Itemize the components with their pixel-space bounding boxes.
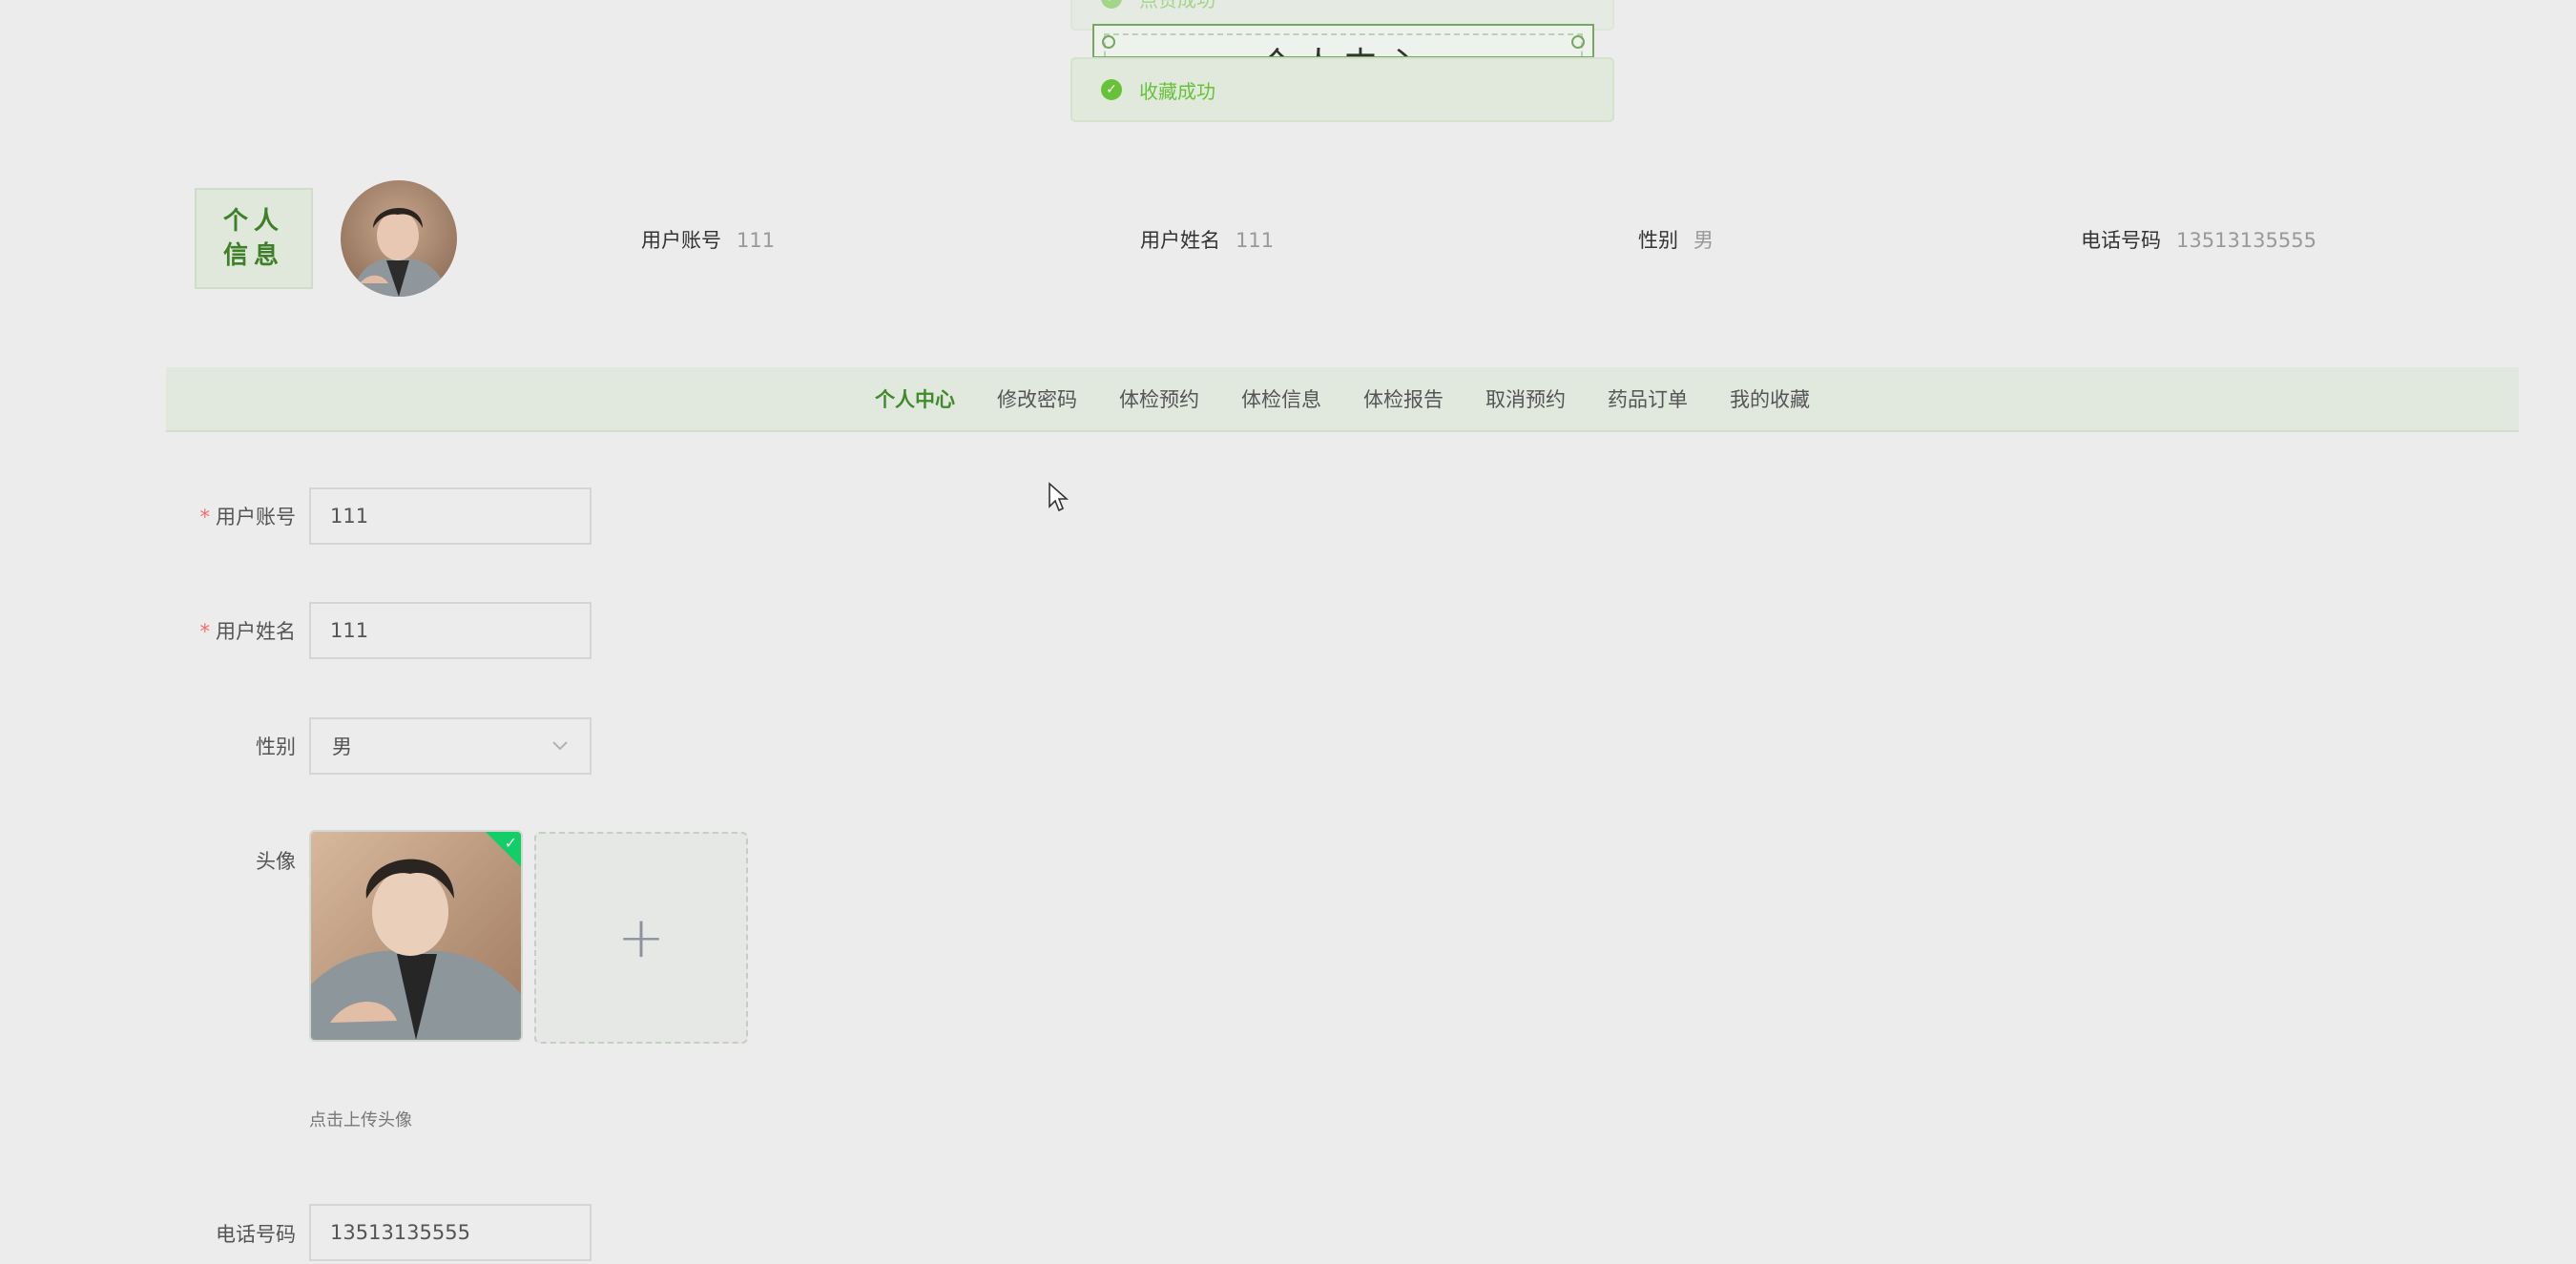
phone-input[interactable]	[309, 1204, 592, 1261]
info-gender: 性别男	[1638, 225, 1714, 254]
user-center-page: ✓ 点赞成功 个人中心 ✓ 收藏成功 个人 信息	[0, 0, 2576, 1264]
account-input[interactable]	[309, 487, 592, 545]
avatar-photo	[341, 180, 457, 297]
uploaded-avatar-preview[interactable]: ✓	[309, 830, 523, 1042]
nav-item-checkup-report[interactable]: 体检报告	[1363, 384, 1444, 413]
info-phone-value: 13513135555	[2176, 229, 2316, 252]
gender-label-text: 性别	[256, 736, 296, 758]
toast-message: 点赞成功	[1139, 0, 1215, 12]
phone-label-text: 电话号码	[216, 1223, 296, 1246]
user-center-nav: 个人中心 修改密码 体检预约 体检信息 体检报告 取消预约 药品订单 我的收藏	[166, 367, 2519, 432]
name-field-label: * 用户姓名	[0, 616, 297, 645]
avatar-upload-button[interactable]: +	[534, 832, 748, 1044]
info-name: 用户姓名 111	[1140, 225, 1274, 254]
avatar-label-text: 头像	[256, 850, 296, 873]
profile-badge-line2: 信息	[222, 241, 284, 270]
check-icon: ✓	[504, 834, 517, 852]
uploaded-avatar-image	[311, 832, 521, 1040]
nav-item-change-password[interactable]: 修改密码	[997, 384, 1077, 413]
check-circle-icon: ✓	[1101, 79, 1122, 100]
profile-badge: 个人 信息	[195, 188, 313, 289]
gender-select[interactable]: 男	[309, 717, 592, 775]
info-phone-label: 电话号码	[2081, 229, 2161, 252]
check-circle-icon: ✓	[1101, 0, 1122, 9]
name-label-text: 用户姓名	[216, 620, 296, 643]
info-name-label: 用户姓名	[1140, 229, 1220, 252]
nav-item-cancel-booking[interactable]: 取消预约	[1485, 384, 1566, 413]
info-gender-value: 男	[1693, 229, 1714, 252]
info-gender-label: 性别	[1638, 229, 1678, 252]
plus-icon: +	[616, 904, 666, 971]
name-input[interactable]	[309, 602, 592, 659]
required-mark: *	[199, 620, 211, 643]
chevron-down-icon	[552, 741, 568, 751]
gender-field-label: 性别	[0, 732, 296, 760]
nav-item-checkup-info[interactable]: 体检信息	[1241, 384, 1321, 413]
upload-tip: 点击上传头像	[309, 1110, 412, 1130]
page-title: 个人中心	[1094, 37, 1592, 56]
nav-item-checkup-booking[interactable]: 体检预约	[1119, 384, 1199, 413]
info-account-label: 用户账号	[641, 229, 721, 252]
gender-select-value: 男	[332, 736, 352, 758]
account-label-text: 用户账号	[216, 506, 296, 528]
nav-item-my-favorites[interactable]: 我的收藏	[1730, 384, 1810, 413]
nav-item-medicine-orders[interactable]: 药品订单	[1608, 384, 1688, 413]
nav-item-user-center[interactable]: 个人中心	[875, 384, 955, 413]
mouse-cursor-icon	[1049, 482, 1069, 512]
required-mark: *	[199, 506, 211, 528]
page-title-frame: 个人中心	[1092, 24, 1594, 58]
avatar-field-label: 头像	[0, 846, 296, 875]
account-field-label: * 用户账号	[0, 502, 297, 530]
info-phone: 电话号码 13513135555	[2081, 225, 2316, 254]
toast-message: 收藏成功	[1139, 79, 1215, 103]
info-account: 用户账号 111	[641, 225, 775, 254]
toast-favorite-success: ✓ 收藏成功	[1070, 57, 1614, 122]
avatar	[341, 180, 457, 297]
info-account-value: 111	[737, 229, 776, 252]
info-name-value: 111	[1236, 229, 1275, 252]
profile-badge-line1: 个人	[222, 207, 284, 236]
phone-field-label: 电话号码	[0, 1219, 296, 1248]
